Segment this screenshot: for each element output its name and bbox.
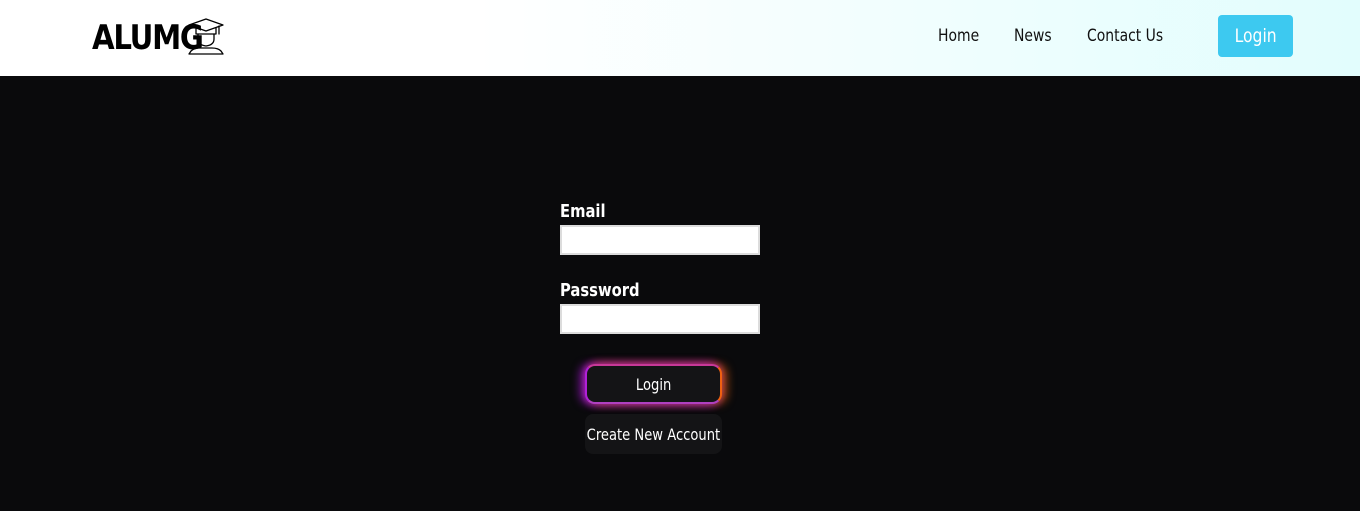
login-button-label: Login: [635, 374, 672, 394]
email-field[interactable]: [560, 225, 760, 255]
nav-login-button[interactable]: Login: [1218, 15, 1293, 57]
graduate-icon: [188, 18, 224, 55]
nav-link-home[interactable]: Home: [938, 26, 979, 46]
brand-logo[interactable]: ALUMG: [92, 14, 224, 62]
login-button[interactable]: Login: [585, 364, 722, 404]
password-label: Password: [560, 280, 640, 301]
nav-link-news[interactable]: News: [1014, 26, 1052, 46]
create-account-label: Create New Account: [586, 424, 721, 444]
nav-link-contact-us[interactable]: Contact Us: [1087, 26, 1163, 46]
navbar: ALUMG Home News Contact Us Login: [0, 0, 1360, 76]
brand-name: ALUMG: [92, 18, 204, 58]
nav-login-label: Login: [1234, 25, 1277, 47]
password-field[interactable]: [560, 304, 760, 334]
email-label: Email: [560, 201, 606, 222]
create-account-button[interactable]: Create New Account: [585, 414, 722, 454]
